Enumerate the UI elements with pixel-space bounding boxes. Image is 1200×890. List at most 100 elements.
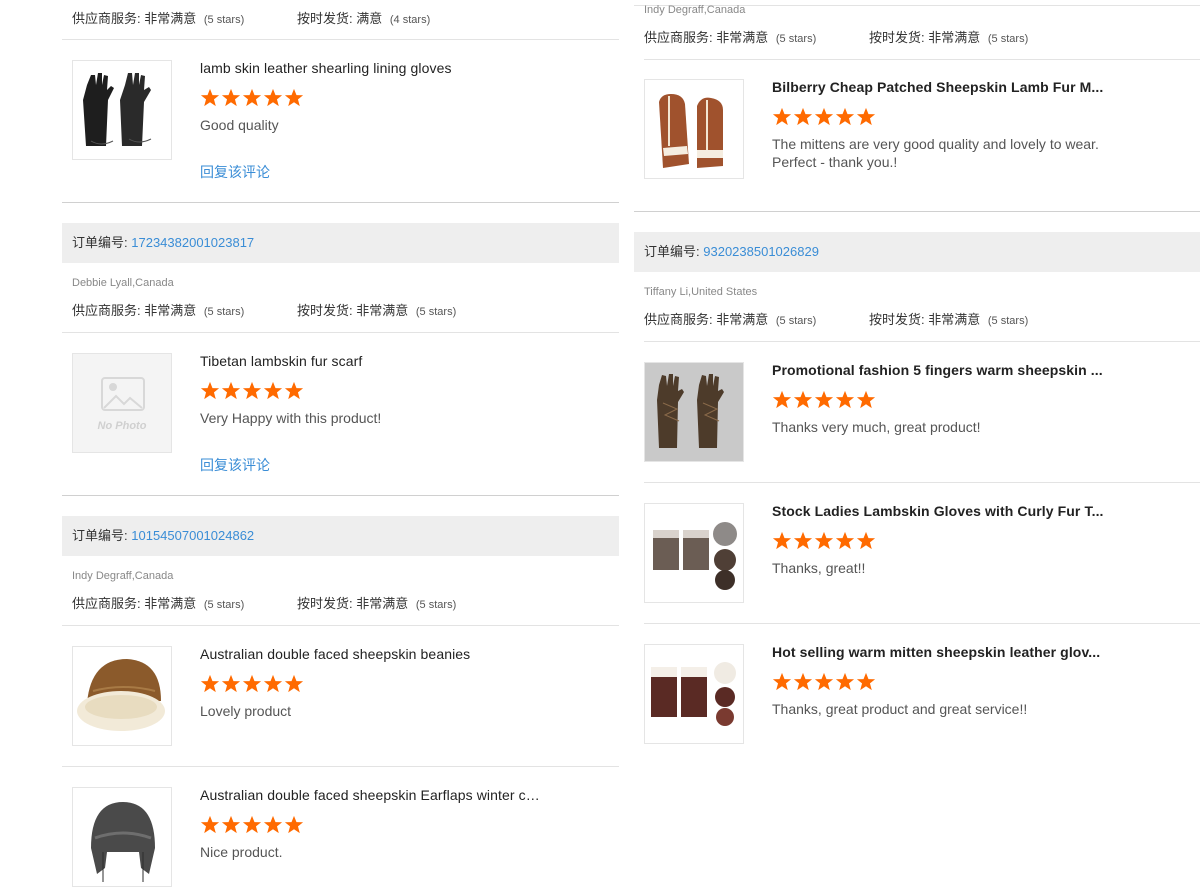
- buyer-info: Indy Degraff,Canada: [72, 570, 174, 582]
- rating-line: 供应商服务: 非常满意 (5 stars) 按时发货: 非常满意 (5 star…: [644, 27, 1028, 46]
- star-icon: [242, 381, 262, 400]
- divider: [644, 623, 1200, 624]
- delivery-stars: (5 stars): [415, 306, 457, 318]
- supplier-service-value: 非常满意: [716, 312, 769, 327]
- supplier-service-stars: (5 stars): [203, 306, 245, 318]
- product-title[interactable]: Promotional fashion 5 fingers warm sheep…: [772, 362, 1112, 378]
- star-icon: [221, 88, 241, 107]
- product-thumbnail[interactable]: [644, 79, 744, 179]
- star-icon: [856, 531, 876, 550]
- order-number-link[interactable]: 17234382001023817: [131, 235, 254, 250]
- divider: [62, 766, 619, 767]
- supplier-service-value: 非常满意: [144, 303, 197, 318]
- star-icon: [200, 815, 220, 834]
- star-icon: [814, 107, 834, 126]
- review-item: Australian double faced sheepskin beanie…: [72, 646, 619, 746]
- star-icon: [835, 672, 855, 691]
- star-icon: [200, 381, 220, 400]
- star-icon: [284, 381, 304, 400]
- divider: [644, 341, 1200, 342]
- product-title[interactable]: lamb skin leather shearling lining glove…: [200, 60, 540, 76]
- star-icon: [814, 390, 834, 409]
- product-thumbnail[interactable]: [644, 362, 744, 462]
- product-title[interactable]: Australian double faced sheepskin Earfla…: [200, 787, 540, 803]
- star-icon: [242, 88, 262, 107]
- delivery-label: 按时发货:: [297, 596, 353, 611]
- order-number-link[interactable]: 10154507001024862: [131, 528, 254, 543]
- supplier-service-label: 供应商服务:: [72, 303, 141, 318]
- star-rating: [772, 672, 876, 692]
- order-number-label: 订单编号:: [72, 235, 128, 250]
- product-title[interactable]: Australian double faced sheepskin beanie…: [200, 646, 540, 662]
- divider: [62, 202, 619, 203]
- star-icon: [856, 107, 876, 126]
- star-rating: [772, 390, 876, 410]
- delivery-value: 非常满意: [928, 30, 981, 45]
- divider: [644, 482, 1200, 483]
- delivery-label: 按时发货:: [869, 30, 925, 45]
- buyer-info: Indy Degraff,Canada: [644, 4, 746, 16]
- buyer-info: Debbie Lyall,Canada: [72, 277, 174, 289]
- review-item: No Photo Tibetan lambskin fur scarf Very…: [72, 353, 619, 473]
- product-thumbnail[interactable]: [72, 646, 172, 746]
- star-icon: [793, 390, 813, 409]
- star-icon: [772, 390, 792, 409]
- star-icon: [263, 674, 283, 693]
- buyer-info: Tiffany Li,United States: [644, 286, 758, 298]
- review-comment: The mittens are very good quality and lo…: [772, 136, 1099, 170]
- order-number-label: 订单编号:: [644, 244, 700, 259]
- rating-line: 供应商服务: 非常满意 (5 stars) 按时发货: 非常满意 (5 star…: [72, 300, 456, 319]
- order-header: 订单编号: 17234382001023817: [62, 223, 619, 263]
- reply-link[interactable]: 回复该评论: [200, 455, 270, 475]
- delivery-value: 非常满意: [928, 312, 981, 327]
- reply-link[interactable]: 回复该评论: [200, 162, 270, 182]
- product-title[interactable]: Stock Ladies Lambskin Gloves with Curly …: [772, 503, 1112, 519]
- supplier-service-stars: (5 stars): [775, 315, 817, 327]
- divider: [62, 495, 619, 496]
- product-title[interactable]: Bilberry Cheap Patched Sheepskin Lamb Fu…: [772, 79, 1112, 95]
- rating-line: 供应商服务: 非常满意 (5 stars) 按时发货: 非常满意 (5 star…: [72, 593, 456, 612]
- star-icon: [856, 390, 876, 409]
- review-comment: Nice product.: [200, 844, 283, 860]
- star-icon: [221, 674, 241, 693]
- order-number-link[interactable]: 9320238501026829: [703, 244, 819, 259]
- review-item: Promotional fashion 5 fingers warm sheep…: [644, 362, 1200, 462]
- star-icon: [221, 815, 241, 834]
- star-icon: [793, 672, 813, 691]
- review-item: Australian double faced sheepskin Earfla…: [72, 787, 619, 887]
- star-icon: [284, 674, 304, 693]
- rating-line: 供应商服务: 非常满意 (5 stars) 按时发货: 非常满意 (5 star…: [644, 309, 1028, 328]
- delivery-value: 满意: [356, 11, 383, 26]
- divider: [62, 625, 619, 626]
- divider: [62, 39, 619, 40]
- product-thumbnail[interactable]: No Photo: [72, 353, 172, 453]
- product-title[interactable]: Tibetan lambskin fur scarf: [200, 353, 540, 369]
- supplier-service-value: 非常满意: [144, 11, 197, 26]
- product-thumbnail[interactable]: [72, 787, 172, 887]
- supplier-service-label: 供应商服务:: [72, 596, 141, 611]
- supplier-service-value: 非常满意: [144, 596, 197, 611]
- delivery-stars: (4 stars): [389, 14, 431, 26]
- star-rating: [200, 674, 304, 694]
- supplier-service-value: 非常满意: [716, 30, 769, 45]
- star-icon: [772, 672, 792, 691]
- product-thumbnail[interactable]: [644, 503, 744, 603]
- delivery-value: 非常满意: [356, 596, 409, 611]
- star-icon: [242, 815, 262, 834]
- star-icon: [284, 88, 304, 107]
- star-icon: [263, 381, 283, 400]
- product-thumbnail[interactable]: [644, 644, 744, 744]
- delivery-stars: (5 stars): [987, 315, 1029, 327]
- supplier-service-label: 供应商服务:: [644, 30, 713, 45]
- star-icon: [263, 88, 283, 107]
- star-icon: [835, 390, 855, 409]
- product-title[interactable]: Hot selling warm mitten sheepskin leathe…: [772, 644, 1112, 660]
- star-icon: [814, 672, 834, 691]
- divider: [634, 211, 1200, 212]
- product-thumbnail[interactable]: [72, 60, 172, 160]
- star-icon: [835, 107, 855, 126]
- star-icon: [284, 815, 304, 834]
- delivery-label: 按时发货:: [297, 11, 353, 26]
- star-icon: [793, 107, 813, 126]
- star-rating: [200, 381, 304, 401]
